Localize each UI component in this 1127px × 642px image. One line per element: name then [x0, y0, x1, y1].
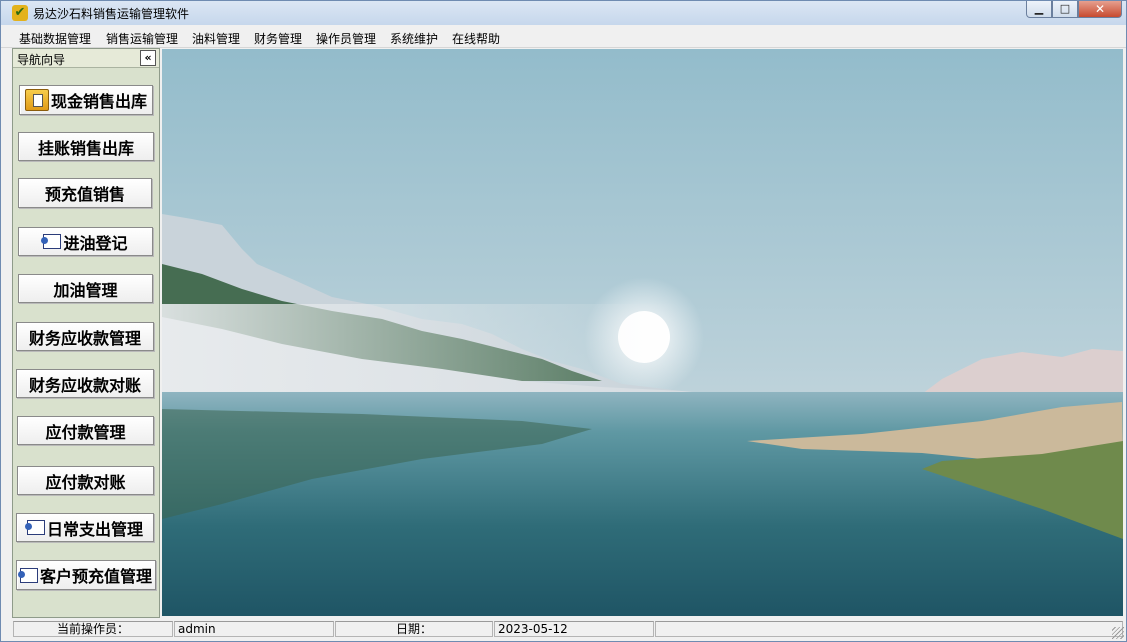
nav-button-label: 财务应收款对账	[28, 375, 141, 395]
minimize-icon: ▁	[1034, 2, 1044, 15]
nav-title: 导航向导	[17, 53, 66, 67]
nav-receivable-button[interactable]: 财务应收款管理	[16, 322, 154, 351]
nav-button-label: 客户预充值管理	[39, 567, 152, 586]
menu-finance[interactable]: 财务管理	[254, 30, 302, 47]
menu-operators[interactable]: 操作员管理	[316, 30, 376, 47]
menu-help[interactable]: 在线帮助	[452, 30, 500, 47]
id-card-icon	[41, 234, 62, 249]
nav-payable-button[interactable]: 应付款管理	[17, 416, 154, 445]
minimize-button[interactable]: ▁	[1026, 1, 1052, 18]
id-card-icon	[24, 520, 45, 535]
folder-icon	[24, 89, 49, 111]
nav-button-label: 现金销售出库	[50, 92, 147, 111]
id-card-icon	[17, 567, 38, 583]
title-bar[interactable]: ✔ 易达沙石料销售运输管理软件 ▁ □ ✕	[1, 1, 1126, 25]
navigation-panel: 导航向导 « 现金销售出库 挂账销售出库 预充值销售 进油登记 加油管理 财务应…	[12, 48, 160, 618]
status-empty-cell	[655, 621, 1123, 637]
menu-sales-transport[interactable]: 销售运输管理	[106, 30, 178, 47]
nav-refuel-button[interactable]: 加油管理	[18, 274, 153, 303]
nav-button-label: 进油登记	[63, 233, 128, 253]
nav-customer-prepaid-button[interactable]: 客户预充值管理	[16, 560, 156, 590]
nav-receivable-reconcile-button[interactable]: 财务应收款对账	[16, 369, 154, 398]
status-bar: 当前操作员： admin 日期： 2023-05-12	[1, 619, 1126, 641]
nav-fuel-in-button[interactable]: 进油登记	[18, 227, 153, 256]
menu-fuel[interactable]: 油料管理	[192, 30, 240, 47]
date-value: 2023-05-12	[494, 621, 654, 637]
operator-label: 当前操作员：	[13, 621, 173, 637]
app-window: ✔ 易达沙石料销售运输管理软件 ▁ □ ✕ 基础数据管理 销售运输管理 油料管理…	[0, 0, 1127, 642]
nav-button-label: 日常支出管理	[46, 519, 143, 539]
nav-button-label: 预充值销售	[44, 185, 125, 204]
close-icon: ✕	[1094, 2, 1106, 16]
mist	[162, 304, 682, 394]
collapse-button[interactable]: «	[140, 50, 156, 66]
operator-value: admin	[174, 621, 334, 637]
menu-system[interactable]: 系统维护	[390, 30, 438, 47]
app-logo-icon: ✔	[12, 5, 28, 21]
date-label: 日期：	[335, 621, 493, 637]
window-controls: ▁ □ ✕	[1026, 1, 1122, 19]
nav-credit-sales-button[interactable]: 挂账销售出库	[18, 132, 154, 161]
nav-header: 导航向导 «	[13, 49, 159, 68]
nav-button-label: 财务应收款管理	[28, 328, 141, 348]
nav-prepaid-sales-button[interactable]: 预充值销售	[18, 178, 152, 208]
maximize-icon: □	[1059, 2, 1071, 15]
maximize-button[interactable]: □	[1052, 1, 1078, 18]
nav-payable-reconcile-button[interactable]: 应付款对账	[17, 466, 154, 495]
nav-button-label: 应付款对账	[45, 472, 126, 492]
nav-button-label: 应付款管理	[45, 422, 126, 442]
landscape-wallpaper	[162, 49, 1123, 616]
menu-basic-data[interactable]: 基础数据管理	[19, 30, 91, 47]
nav-button-label: 挂账销售出库	[37, 138, 134, 158]
resize-grip-icon[interactable]	[1112, 627, 1124, 639]
nav-cash-sales-button[interactable]: 现金销售出库	[19, 85, 153, 115]
close-button[interactable]: ✕	[1078, 1, 1122, 18]
nav-daily-expense-button[interactable]: 日常支出管理	[16, 513, 154, 542]
menu-bar: 基础数据管理 销售运输管理 油料管理 财务管理 操作员管理 系统维护 在线帮助	[1, 28, 1126, 48]
main-workspace	[162, 49, 1123, 616]
nav-button-label: 加油管理	[53, 280, 118, 300]
window-title: 易达沙石料销售运输管理软件	[33, 7, 190, 21]
